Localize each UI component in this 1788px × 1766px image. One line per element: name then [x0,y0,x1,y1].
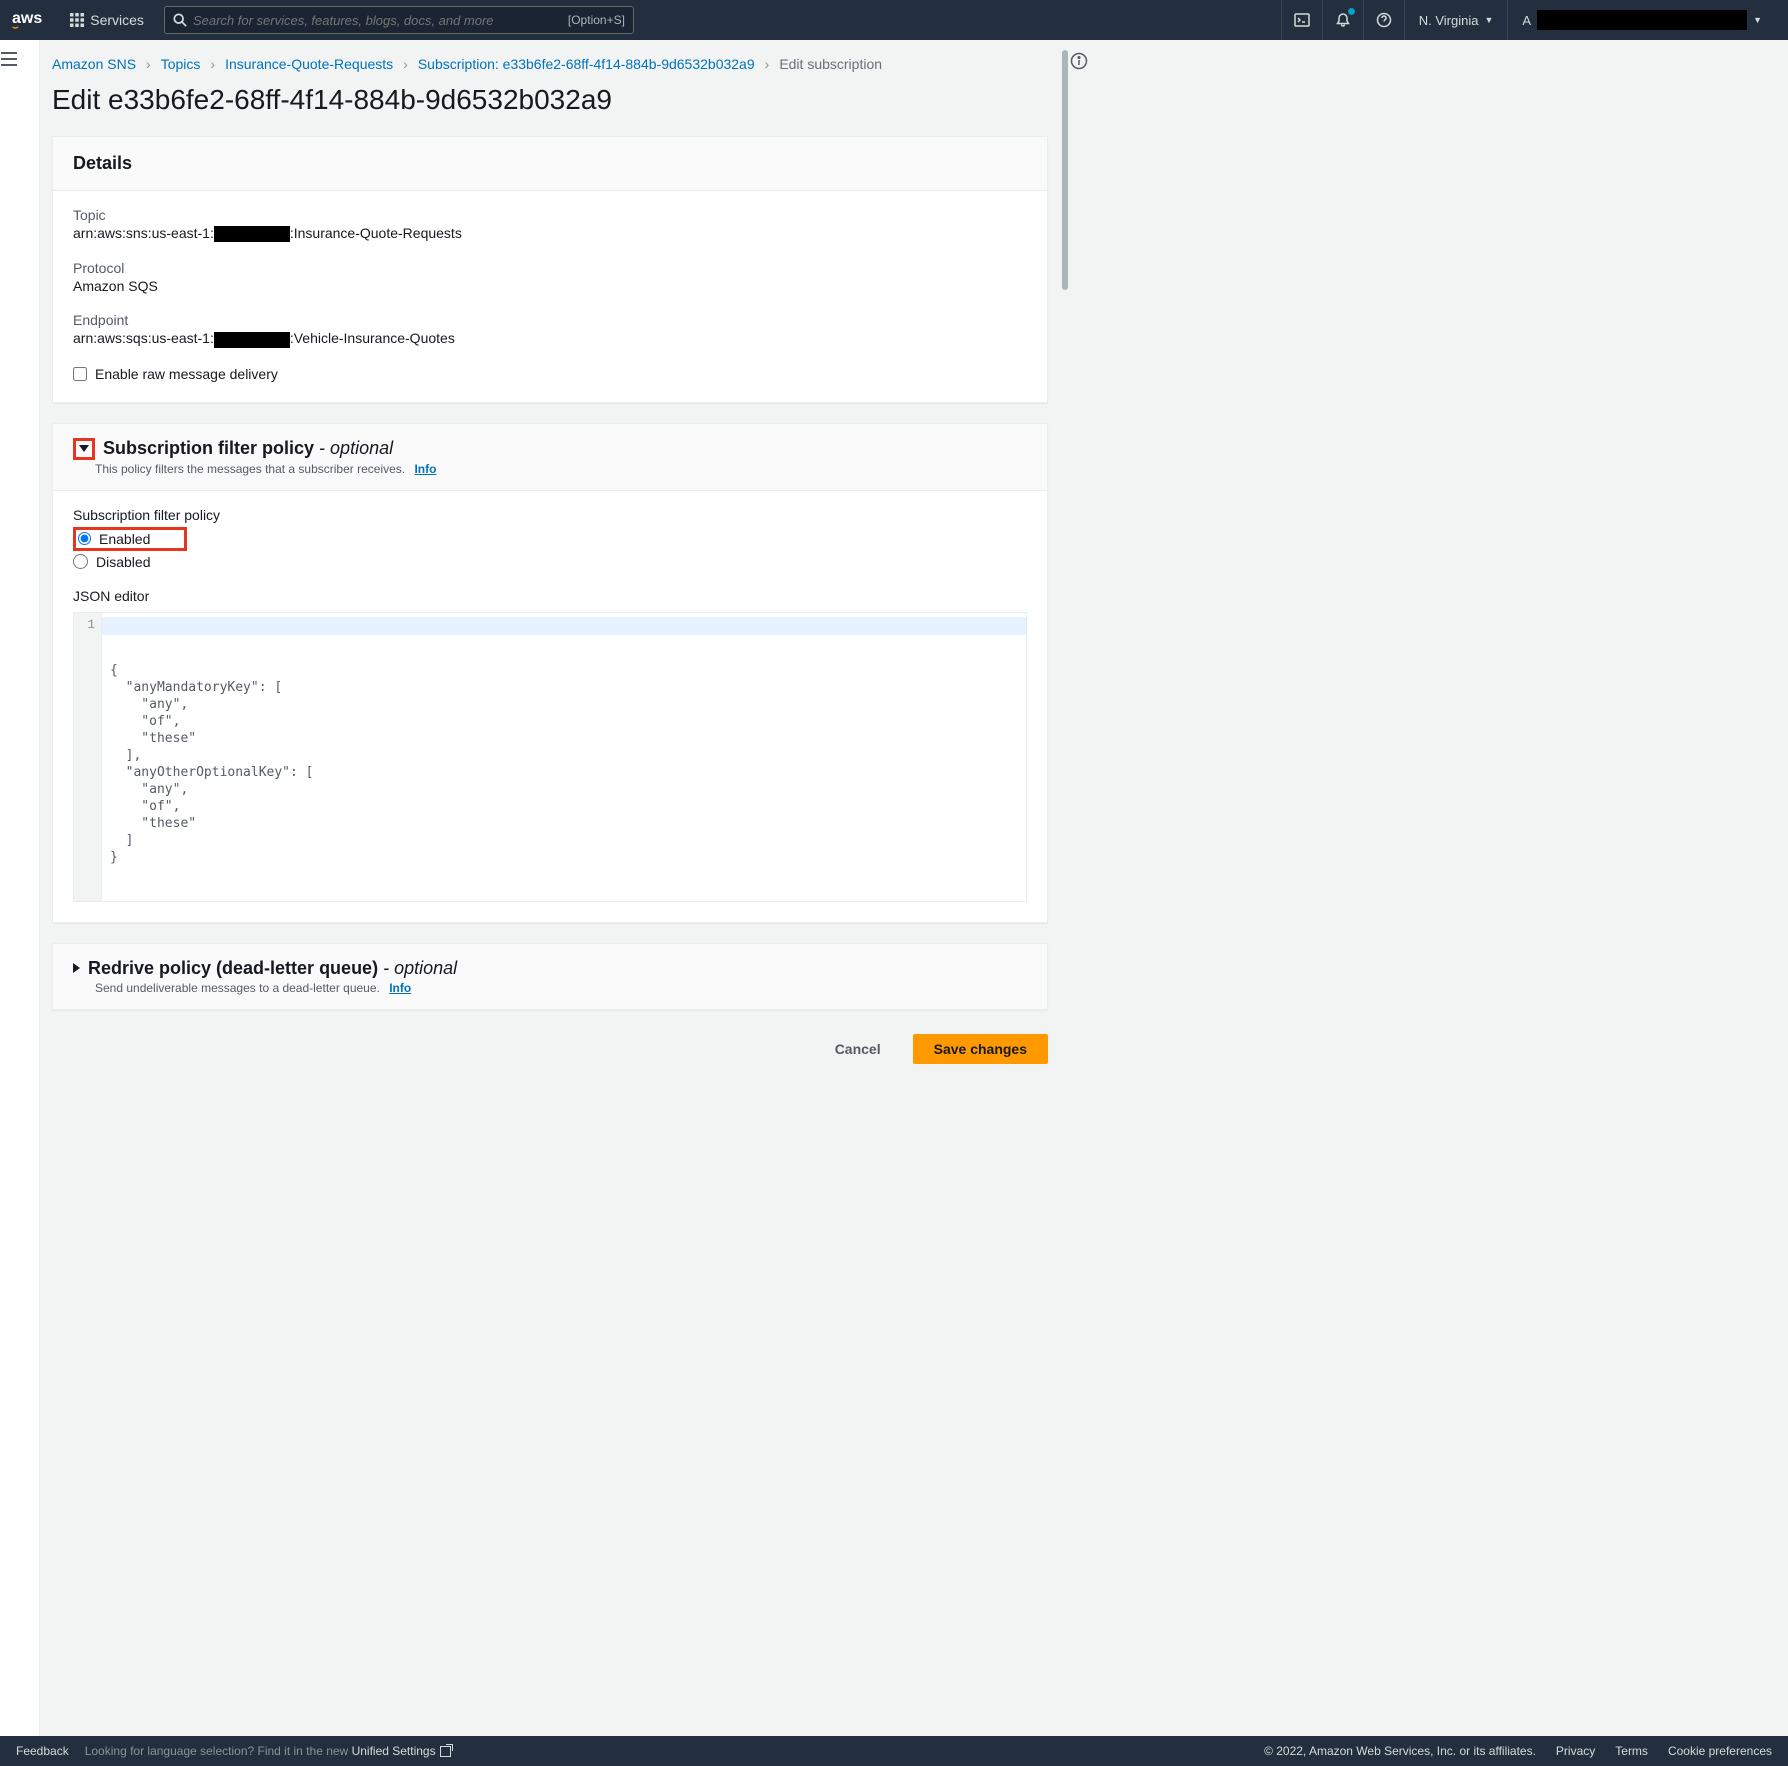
scrollbar[interactable] [1060,40,1070,1736]
search-box[interactable]: [Option+S] [164,6,634,34]
aws-logo[interactable]: aws ⌣ [12,10,42,30]
footer: Feedback Looking for language selection?… [0,1736,1788,1766]
active-line-highlight [102,617,1026,635]
left-rail [0,40,40,1736]
enabled-radio[interactable] [78,532,91,545]
topic-label: Topic [73,207,1027,223]
chevron-down-icon: ▼ [1753,15,1762,25]
hamburger-icon[interactable] [0,52,18,66]
info-link[interactable]: Info [389,981,411,995]
terms-link[interactable]: Terms [1615,1744,1648,1758]
chevron-right-icon: › [403,56,408,72]
caret-down-icon [79,445,89,452]
breadcrumb: Amazon SNS › Topics › Insurance-Quote-Re… [52,52,1048,84]
cancel-button[interactable]: Cancel [815,1034,901,1064]
expand-toggle[interactable] [73,438,95,460]
json-editor[interactable]: 1 { "anyMandatoryKey": [ "any", "of", "t… [73,612,1027,902]
expand-toggle[interactable] [73,960,80,976]
chevron-right-icon: › [146,56,151,72]
disabled-radio[interactable] [73,554,88,569]
breadcrumb-subscription[interactable]: Subscription: e33b6fe2-68ff-4f14-884b-9d… [418,56,755,72]
chevron-down-icon: ▼ [1484,15,1493,25]
endpoint-label: Endpoint [73,312,1027,328]
feedback-link[interactable]: Feedback [16,1744,69,1758]
info-link[interactable]: Info [414,462,436,476]
protocol-value: Amazon SQS [73,278,1027,294]
redacted-account-id [214,226,290,242]
search-input[interactable] [193,13,568,28]
help-button[interactable] [1363,0,1404,40]
search-shortcut: [Option+S] [568,13,625,27]
breadcrumb-current: Edit subscription [779,56,882,72]
filter-policy-desc: This policy filters the messages that a … [95,462,405,476]
account-menu[interactable]: A ▼ [1507,0,1776,40]
notifications-button[interactable] [1322,0,1363,40]
cloudshell-icon [1294,12,1310,28]
save-button[interactable]: Save changes [913,1034,1048,1064]
redacted-account [1537,10,1747,30]
chevron-right-icon: › [210,56,215,72]
cookie-link[interactable]: Cookie preferences [1668,1744,1772,1758]
bell-icon [1335,12,1351,28]
form-actions: Cancel Save changes [52,1030,1048,1074]
right-rail [1070,40,1110,1736]
info-icon[interactable] [1070,52,1088,70]
breadcrumb-topic-name[interactable]: Insurance-Quote-Requests [225,56,393,72]
filter-policy-panel: Subscription filter policy - optional Th… [52,423,1048,923]
redacted-account-id [214,332,290,348]
redrive-panel: Redrive policy (dead-letter queue) - opt… [52,943,1048,1010]
services-label: Services [90,12,144,28]
details-panel: Details Topic arn:aws:sns:us-east-1::Ins… [52,136,1048,403]
cloudshell-button[interactable] [1281,0,1322,40]
grid-icon [70,13,84,27]
filter-policy-title: Subscription filter policy - optional [103,438,393,459]
breadcrumb-root[interactable]: Amazon SNS [52,56,136,72]
scroll-thumb[interactable] [1062,50,1068,290]
chevron-right-icon: › [765,56,770,72]
unified-settings-link[interactable]: Unified Settings [352,1744,451,1758]
details-header: Details [73,153,1027,174]
redrive-title: Redrive policy (dead-letter queue) - opt… [88,958,457,979]
help-icon [1376,12,1392,28]
region-selector[interactable]: N. Virginia ▼ [1404,0,1508,40]
language-prompt: Looking for language selection? Find it … [85,1744,451,1758]
services-menu[interactable]: Services [58,12,156,28]
redrive-desc: Send undeliverable messages to a dead-le… [95,981,380,995]
caret-right-icon [73,963,80,973]
disabled-label: Disabled [96,554,150,570]
protocol-label: Protocol [73,260,1027,276]
external-link-icon [440,1746,451,1757]
copyright: © 2022, Amazon Web Services, Inc. or its… [1264,1744,1536,1758]
filter-policy-label: Subscription filter policy [73,507,1027,523]
search-icon [173,13,187,27]
raw-delivery-checkbox[interactable] [73,367,87,381]
main-content: Amazon SNS › Topics › Insurance-Quote-Re… [40,40,1060,1736]
top-navigation: aws ⌣ Services [Option+S] N. Virginia ▼ … [0,0,1788,40]
editor-code[interactable]: { "anyMandatoryKey": [ "any", "of", "the… [102,613,1026,901]
breadcrumb-topics[interactable]: Topics [161,56,201,72]
page-title: Edit e33b6fe2-68ff-4f14-884b-9d6532b032a… [52,84,1048,116]
notification-dot [1348,8,1355,15]
topic-value: arn:aws:sns:us-east-1::Insurance-Quote-R… [73,225,1027,242]
json-editor-label: JSON editor [73,588,1027,604]
endpoint-value: arn:aws:sqs:us-east-1::Vehicle-Insurance… [73,330,1027,347]
editor-gutter: 1 [74,613,102,901]
enabled-label: Enabled [99,531,150,547]
privacy-link[interactable]: Privacy [1556,1744,1595,1758]
raw-delivery-label: Enable raw message delivery [95,366,278,382]
